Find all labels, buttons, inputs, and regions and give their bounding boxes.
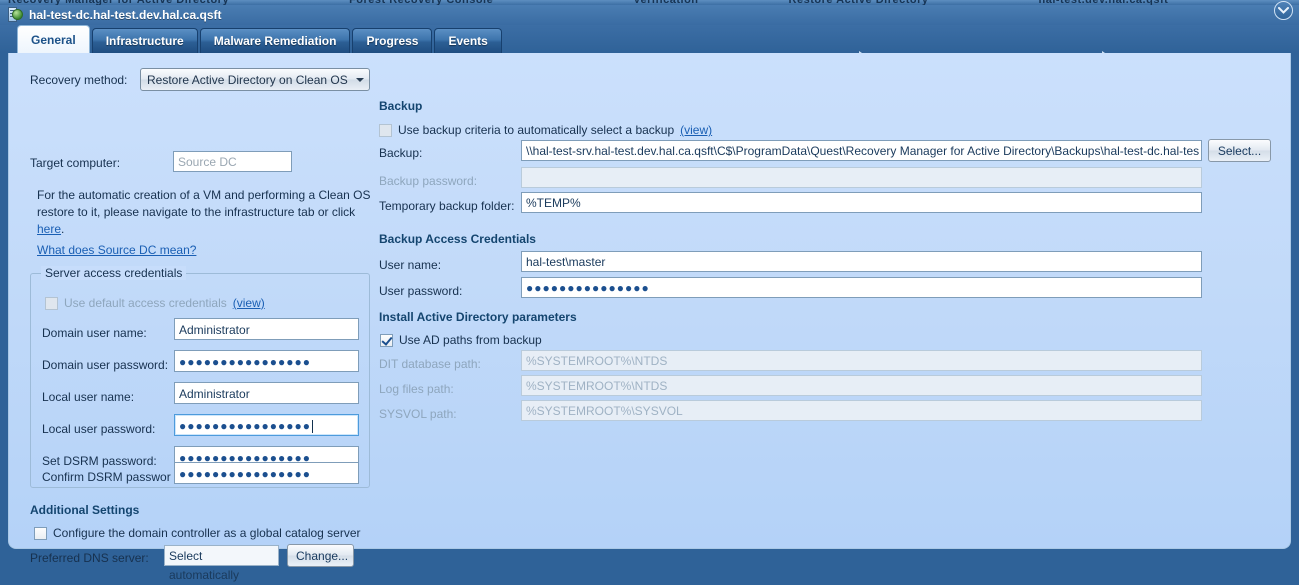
- chevron-down-icon: [351, 77, 369, 82]
- use-default-credentials-label: Use default access credentials: [64, 296, 227, 310]
- bac-user-name-label: User name:: [379, 258, 442, 272]
- backup-criteria-checkbox[interactable]: [379, 123, 392, 137]
- backup-label: Backup:: [379, 146, 423, 160]
- global-catalog-checkbox[interactable]: [34, 526, 47, 540]
- source-dc-help-link[interactable]: What does Source DC mean?: [37, 243, 196, 257]
- backup-access-credentials-title: Backup Access Credentials: [379, 232, 536, 246]
- use-default-credentials-checkbox[interactable]: [45, 296, 58, 310]
- chevron-down-icon: [1278, 7, 1289, 14]
- domain-user-password-label: Domain user password:: [42, 358, 169, 372]
- bac-user-password-label: User password:: [379, 284, 463, 298]
- log-files-path-input[interactable]: %SYSTEMROOT%\NTDS: [521, 375, 1202, 396]
- recovery-method-select[interactable]: Restore Active Directory on Clean OS: [140, 68, 370, 91]
- preferred-dns-label: Preferred DNS server:: [30, 551, 149, 565]
- confirm-dsrm-password-label: Confirm DSRM passwor: [42, 470, 171, 484]
- recovery-method-label: Recovery method:: [30, 73, 128, 87]
- tab-infrastructure[interactable]: Infrastructure: [91, 28, 198, 53]
- backup-password-label: Backup password:: [379, 174, 478, 188]
- domain-user-password-value: ●●●●●●●●●●●●●●●●: [179, 355, 311, 369]
- backup-select-button[interactable]: Select...: [1208, 139, 1271, 162]
- local-user-password-value: ●●●●●●●●●●●●●●●●: [179, 419, 311, 433]
- confirm-dsrm-password-value: ●●●●●●●●●●●●●●●●: [179, 467, 311, 481]
- use-default-credentials-row[interactable]: Use default access credentials (view): [45, 296, 265, 310]
- text-cursor: [311, 420, 313, 434]
- local-user-password-label: Local user password:: [42, 422, 156, 436]
- collapse-panel-button[interactable]: [1274, 1, 1293, 20]
- use-ad-paths-checkbox[interactable]: [380, 333, 393, 347]
- domain-user-name-input[interactable]: Administrator: [174, 318, 359, 340]
- tab-events[interactable]: Events: [434, 28, 502, 53]
- global-catalog-row[interactable]: Configure the domain controller as a glo…: [34, 526, 361, 540]
- local-user-name-input[interactable]: Administrator: [174, 382, 359, 404]
- temp-folder-input[interactable]: %TEMP%: [521, 192, 1202, 213]
- temp-folder-label: Temporary backup folder:: [379, 199, 515, 213]
- use-ad-paths-row[interactable]: Use AD paths from backup: [380, 333, 542, 347]
- sysvol-path-label: SYSVOL path:: [379, 407, 457, 421]
- target-computer-label: Target computer:: [30, 156, 121, 170]
- local-user-password-input[interactable]: ●●●●●●●●●●●●●●●●: [174, 414, 359, 436]
- sysvol-path-input[interactable]: %SYSTEMROOT%\SYSVOL: [521, 400, 1202, 421]
- additional-settings-title: Additional Settings: [30, 503, 140, 517]
- tab-list: General Infrastructure Malware Remediati…: [17, 25, 504, 53]
- backup-section-title: Backup: [379, 99, 423, 113]
- dit-database-path-input[interactable]: %SYSTEMROOT%\NTDS: [521, 350, 1202, 371]
- confirm-dsrm-password-input[interactable]: ●●●●●●●●●●●●●●●●: [174, 462, 359, 484]
- use-ad-paths-label: Use AD paths from backup: [399, 333, 542, 347]
- backup-password-input[interactable]: [521, 167, 1202, 188]
- preferred-dns-value[interactable]: Select automatically: [164, 545, 279, 582]
- backup-criteria-label: Use backup criteria to automatically sel…: [398, 123, 675, 137]
- bac-user-password-value: ●●●●●●●●●●●●●●●: [526, 281, 650, 295]
- recovery-method-value: Restore Active Directory on Clean OS: [147, 72, 348, 87]
- set-dsrm-password-label: Set DSRM password:: [42, 454, 157, 468]
- bac-user-password-input[interactable]: ●●●●●●●●●●●●●●●: [521, 277, 1202, 298]
- domain-user-name-label: Domain user name:: [42, 326, 147, 340]
- info-text-part1: For the automatic creation of a VM and p…: [37, 188, 371, 219]
- server-globe-icon: [7, 7, 23, 23]
- here-link[interactable]: here: [37, 222, 61, 236]
- dns-change-button[interactable]: Change...: [287, 544, 354, 567]
- server-access-credentials-group: Server access credentials Use default ac…: [30, 266, 370, 488]
- backup-criteria-row[interactable]: Use backup criteria to automatically sel…: [379, 123, 712, 137]
- clean-os-info-text: For the automatic creation of a VM and p…: [37, 187, 382, 238]
- info-text-part2: .: [61, 222, 65, 236]
- global-catalog-label: Configure the domain controller as a glo…: [53, 526, 361, 540]
- backup-path-input[interactable]: \\hal-test-srv.hal-test.dev.hal.ca.qsft\…: [521, 140, 1202, 161]
- window-titlebar: hal-test-dc.hal-test.dev.hal.ca.qsft: [0, 5, 1299, 25]
- local-user-name-label: Local user name:: [42, 390, 135, 404]
- bac-user-name-input[interactable]: hal-test\master: [521, 251, 1202, 272]
- target-computer-input[interactable]: Source DC: [173, 151, 292, 172]
- window-title: hal-test-dc.hal-test.dev.hal.ca.qsft: [29, 8, 222, 22]
- server-access-credentials-title: Server access credentials: [41, 266, 187, 280]
- tab-progress[interactable]: Progress: [352, 28, 433, 53]
- log-files-path-label: Log files path:: [379, 382, 454, 396]
- general-tab-panel: Recovery method: Restore Active Director…: [8, 53, 1291, 582]
- tab-general[interactable]: General: [17, 25, 90, 53]
- backup-criteria-view-link[interactable]: (view): [680, 123, 712, 137]
- tab-strip: General Infrastructure Malware Remediati…: [0, 25, 1299, 77]
- install-ad-parameters-title: Install Active Directory parameters: [379, 310, 577, 324]
- use-default-credentials-view-link[interactable]: (view): [233, 296, 265, 310]
- tab-malware-remediation[interactable]: Malware Remediation: [199, 28, 351, 53]
- dit-database-path-label: DIT database path:: [379, 357, 481, 371]
- domain-user-password-input[interactable]: ●●●●●●●●●●●●●●●●: [174, 350, 359, 372]
